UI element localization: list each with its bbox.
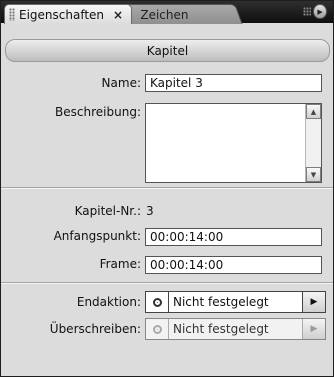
override-dropdown[interactable]: Nicht festgelegt ▶ [145,318,326,340]
override-value: Nicht festgelegt [173,322,269,336]
tab-strip: Zeichen Eigenschaften × ▶ [1,1,333,24]
panel-menu-button[interactable]: ▶ [303,4,327,19]
section-title: Kapitel [146,43,189,58]
tab-eigenschaften[interactable]: Eigenschaften × [4,4,132,24]
name-label: Name: [101,76,141,90]
chapter-number-label: Kapitel-Nr.: [74,204,141,218]
start-point-label: Anfangspunkt: [53,229,141,243]
scroll-up-icon[interactable]: ▲ [306,104,321,119]
panel-menu-icon: ▶ [313,4,327,19]
target-icon[interactable] [146,292,169,312]
tab-zeichen[interactable]: Zeichen [115,4,243,24]
tab-zeichen-label: Zeichen [140,7,189,22]
description-field[interactable]: ▲ ▼ [145,103,322,183]
description-scrollbar[interactable]: ▲ ▼ [305,104,321,182]
end-action-dropdown[interactable]: Nicht festgelegt ▶ [145,291,326,313]
divider [1,187,333,189]
frame-value: 00:00:14:00 [150,258,224,272]
target-icon[interactable] [146,319,169,339]
end-action-label: Endaktion: [76,295,141,309]
close-icon[interactable]: × [113,8,123,22]
divider [1,282,333,284]
play-arrow-icon[interactable]: ▶ [302,319,325,339]
frame-label: Frame: [99,257,141,271]
frame-field[interactable]: 00:00:14:00 [145,256,322,274]
start-point-field[interactable]: 00:00:14:00 [145,228,322,246]
tab-eigenschaften-label: Eigenschaften [19,7,105,22]
properties-panel: Zeichen Eigenschaften × ▶ Kapitel Name: … [0,0,334,377]
end-action-value: Nicht festgelegt [173,295,269,309]
grip-icon[interactable] [9,8,15,21]
scroll-down-icon[interactable]: ▼ [306,167,321,182]
override-label: Überschreiben: [49,322,141,336]
start-point-value: 00:00:14:00 [150,230,224,244]
section-header: Kapitel [5,39,330,62]
grip-dots-icon [303,7,312,16]
description-label: Beschreibung: [55,105,141,119]
chapter-number-value: 3 [146,204,154,218]
name-field[interactable]: Kapitel 3 [145,74,322,92]
name-value: Kapitel 3 [150,76,203,90]
play-arrow-icon[interactable]: ▶ [302,292,325,312]
